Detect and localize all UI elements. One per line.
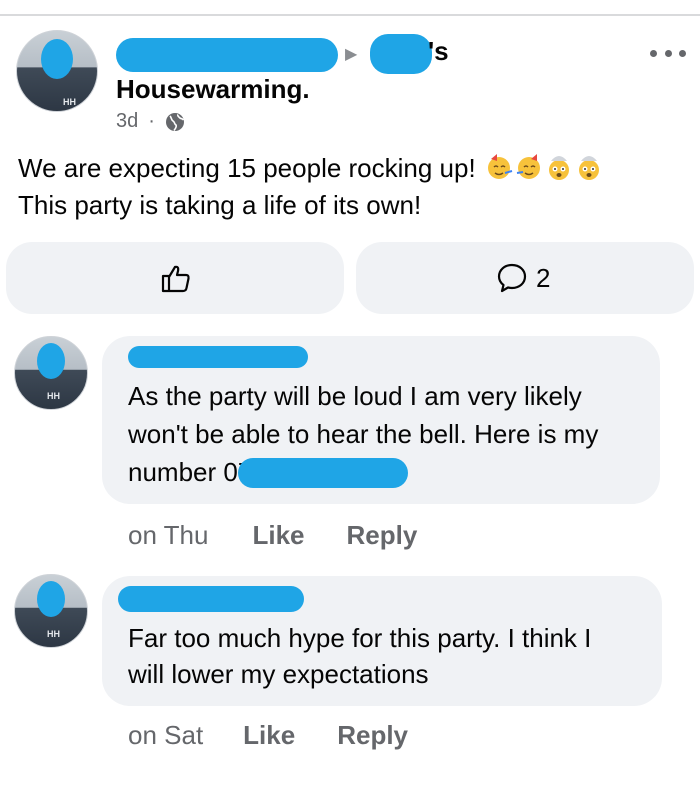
comment-text-line2: won't be able to hear the bell. Here is … — [128, 419, 599, 449]
comment-text-line3: number 07 — [128, 457, 253, 487]
comment-reply-button[interactable]: Reply — [337, 720, 408, 751]
meta-separator: · — [148, 110, 155, 132]
comment-bubble: As the party will be loud I am very like… — [102, 336, 660, 504]
arrow-right-icon: ▶ — [345, 46, 358, 63]
comment-text-line1: As the party will be loud I am very like… — [128, 381, 582, 411]
comment-like-button[interactable]: Like — [252, 520, 304, 551]
author-suffix[interactable]: 's — [428, 36, 449, 67]
avatar-redaction — [41, 39, 73, 79]
comment-count: 2 — [536, 262, 551, 293]
more-options-icon[interactable] — [650, 46, 686, 60]
comment-actions: on Thu Like Reply — [128, 520, 417, 551]
avatar-logo: HH — [47, 629, 60, 639]
comment-text-line2: will lower my expectations — [128, 659, 429, 689]
comment-timestamp[interactable]: on Sat — [128, 720, 203, 751]
commenter-name-redaction — [118, 586, 304, 612]
like-button[interactable] — [6, 242, 344, 314]
commenter-avatar[interactable]: HH — [14, 336, 88, 410]
comment-reply-button[interactable]: Reply — [347, 520, 418, 551]
partying-face-emoji — [516, 154, 540, 179]
post-text-line1: We are expecting 15 people rocking up! — [18, 150, 688, 187]
avatar-logo: HH — [47, 391, 60, 401]
exploding-head-emoji — [578, 156, 599, 180]
comment-button[interactable]: 2 — [356, 242, 694, 314]
avatar-redaction — [37, 343, 65, 379]
post-body: We are expecting 15 people rocking up! T… — [18, 150, 688, 224]
group-name-redaction — [370, 34, 432, 74]
post-author-avatar[interactable]: HH — [16, 30, 98, 112]
avatar-redaction — [37, 581, 65, 617]
post-text-line2: This party is taking a life of its own! — [18, 190, 422, 220]
post-timestamp[interactable]: 3d — [116, 110, 138, 133]
exploding-head-emoji — [548, 156, 569, 180]
comment-bubble: Far too much hype for this party. I thin… — [102, 576, 662, 706]
comment-text-line1: Far too much hype for this party. I thin… — [128, 623, 592, 653]
top-divider — [0, 14, 700, 16]
comment-icon — [497, 263, 527, 293]
phone-number-redaction — [238, 458, 408, 488]
globe-icon — [165, 112, 185, 131]
thumbs-up-icon — [161, 265, 190, 293]
commenter-avatar[interactable]: HH — [14, 574, 88, 648]
commenter-name-redaction — [128, 346, 308, 368]
avatar-logo: HH — [63, 97, 76, 107]
author-name-redaction — [116, 38, 338, 72]
post-text-line1-content: We are expecting 15 people rocking up! — [18, 153, 476, 183]
partying-face-emoji — [487, 154, 513, 179]
post-meta: 3d · — [116, 110, 185, 133]
comment-like-button[interactable]: Like — [243, 720, 295, 751]
comment-actions: on Sat Like Reply — [128, 720, 408, 751]
post-title[interactable]: Housewarming. — [116, 74, 310, 105]
comment-timestamp[interactable]: on Thu — [128, 520, 208, 551]
